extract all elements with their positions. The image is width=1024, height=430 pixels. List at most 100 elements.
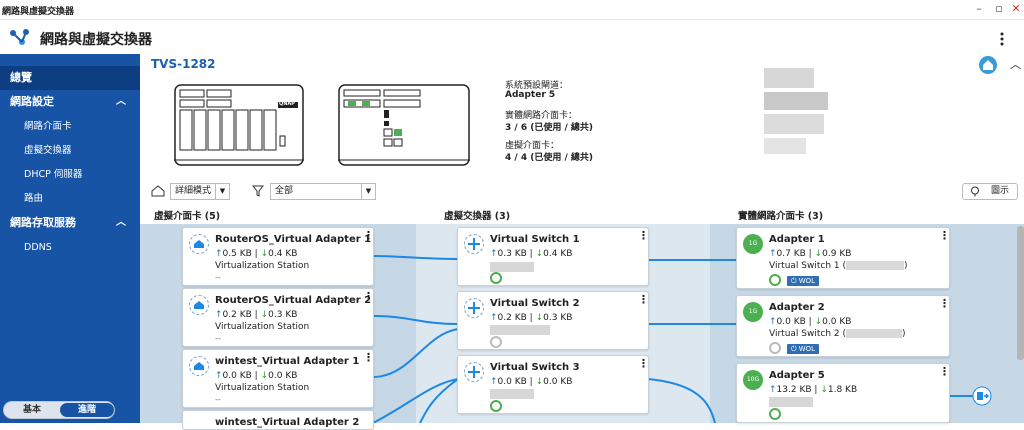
separator: | xyxy=(254,310,258,320)
more-options-icon[interactable] xyxy=(996,32,1008,46)
app-title: 網路與虛擬交換器 xyxy=(40,32,152,48)
vswitch-name: Virtual Switch 2 xyxy=(490,298,580,309)
mode-basic-button[interactable]: 基本 xyxy=(5,403,59,417)
globe-icon xyxy=(490,400,502,412)
vnic-column-header: 虛擬介面卡 (5) xyxy=(154,211,221,222)
chevron-up-icon: ︿ xyxy=(116,217,126,228)
more-options-icon[interactable]: ⋮ xyxy=(939,230,950,241)
wol-label: WOL xyxy=(798,345,816,353)
globe-icon xyxy=(769,408,781,420)
upload-value: 0.0 KB xyxy=(776,317,806,327)
download-value: 0.9 KB xyxy=(822,249,852,259)
sidebar-item-adapters[interactable]: 網路介面卡 xyxy=(0,115,140,139)
more-options-icon[interactable]: ⋮ xyxy=(638,294,649,305)
scope-select[interactable]: 全部 ▼ xyxy=(270,183,376,200)
traffic: ↑0.3 KB | ↓0.4 KB xyxy=(490,249,572,259)
separator: | xyxy=(814,385,818,395)
minimize-button[interactable]: – xyxy=(972,2,986,16)
vnic-card[interactable]: wintest_Virtual Adapter 1 ⋮ ↑0.0 KB | ↓0… xyxy=(182,349,374,408)
sidebar-group-access-services[interactable]: 網路存取服務 ︿ xyxy=(0,211,140,235)
network-app-icon xyxy=(8,27,32,50)
app-header: 網路與虛擬交換器 xyxy=(0,20,1024,54)
pnic-card[interactable]: 1G Adapter 2 ⋮ ↑0.0 KB | ↓0.0 KB Virtual… xyxy=(736,295,950,357)
pnic-name: Adapter 5 xyxy=(769,370,825,381)
more-options-icon[interactable]: ⋮ xyxy=(638,358,649,369)
vswitch-column-header: 虛擬交換器 (3) xyxy=(444,211,511,222)
blurred-ip xyxy=(490,325,550,335)
close-button[interactable]: ✕ xyxy=(1009,2,1023,16)
upload-icon: ↑ xyxy=(769,249,777,259)
upload-value: 0.7 KB xyxy=(776,249,806,259)
window-titlebar: 網路與虛擬交換器 – ▫ ✕ xyxy=(0,0,1024,20)
pnic-name: Adapter 2 xyxy=(769,302,825,313)
more-options-icon[interactable]: ⋮ xyxy=(363,230,374,241)
sidebar-item-overview[interactable]: 總覽 xyxy=(0,66,140,90)
download-value: 0.3 KB xyxy=(543,313,573,323)
bulb-icon xyxy=(970,186,980,203)
download-icon: ↓ xyxy=(535,249,544,259)
linked-switch: Virtual Switch 1 () xyxy=(769,261,908,271)
mode-select-value: 詳細模式 xyxy=(175,186,212,196)
upload-icon: ↑ xyxy=(490,249,498,259)
separator: | xyxy=(529,313,533,323)
traffic: ↑0.2 KB | ↓0.3 KB xyxy=(490,313,572,323)
sidebar-item-vswitch[interactable]: 虛擬交換器 xyxy=(0,139,140,163)
vnic-icon xyxy=(189,356,209,376)
vswitch-card[interactable]: Virtual Switch 1 ⋮ ↑0.3 KB | ↓0.4 KB xyxy=(457,227,649,286)
legend-button[interactable]: 圖示 xyxy=(962,183,1018,200)
mode-select[interactable]: 詳細模式 ▼ xyxy=(170,183,230,200)
close-paren: ) xyxy=(903,261,908,271)
pnic-card[interactable]: 10G Adapter 5 ⋮ ↑13.2 KB | ↓1.8 KB xyxy=(736,363,950,423)
traffic: ↑0.0 KB | ↓0.0 KB xyxy=(769,317,851,327)
chevron-down-icon: ▼ xyxy=(215,184,229,199)
sidebar-item-dhcp[interactable]: DHCP 伺服器 xyxy=(0,163,140,187)
sidebar-item-ddns[interactable]: DDNS xyxy=(0,236,140,260)
more-options-icon[interactable]: ⋮ xyxy=(638,230,649,241)
globe-icon xyxy=(490,272,502,284)
pnic-name: Adapter 1 xyxy=(769,234,825,245)
linked-switch: Virtual Switch 2 () xyxy=(769,329,906,339)
download-icon: ↓ xyxy=(260,310,269,320)
vnic-card[interactable]: RouterOS_Virtual Adapter 2 ⋮ ↑0.2 KB | ↓… xyxy=(182,288,374,347)
mode-toggle: 基本 進階 xyxy=(3,401,115,419)
switch-icon xyxy=(464,234,484,254)
more-options-icon[interactable]: ⋮ xyxy=(363,352,374,363)
vnic-card[interactable]: RouterOS_Virtual Adapter 1 ⋮ ↑0.5 KB | ↓… xyxy=(182,227,374,286)
collapse-icon[interactable]: ︿ xyxy=(1010,56,1021,72)
more-options-icon[interactable]: ⋮ xyxy=(939,366,950,377)
vnic-card[interactable]: wintest_Virtual Adapter 2 xyxy=(182,410,374,430)
upload-value: 0.0 KB xyxy=(222,371,252,381)
scrollbar[interactable] xyxy=(1017,226,1024,360)
download-value: 0.0 KB xyxy=(543,377,573,387)
internet-endpoint-icon[interactable] xyxy=(972,386,992,409)
maximize-button[interactable]: ▫ xyxy=(992,2,1006,16)
filter-icon xyxy=(251,185,265,200)
physical-nic-value: 3 / 6 (已使用 / 總共) xyxy=(505,123,593,133)
nas-rear-image xyxy=(338,84,470,166)
blurred-ip xyxy=(845,261,904,270)
separator: | xyxy=(529,377,533,387)
download-value: 0.0 KB xyxy=(268,371,298,381)
separator: | xyxy=(808,249,812,259)
sidebar-group-label: 網路存取服務 xyxy=(10,216,76,229)
scope-select-value: 全部 xyxy=(275,186,294,196)
switch-icon xyxy=(464,362,484,382)
upload-value: 0.0 KB xyxy=(497,377,527,387)
vswitch-name: Virtual Switch 3 xyxy=(490,362,580,373)
mode-advanced-button[interactable]: 進階 xyxy=(60,403,114,417)
blurred-ip xyxy=(490,262,534,272)
vswitch-card[interactable]: Virtual Switch 2 ⋮ ↑0.2 KB | ↓0.3 KB xyxy=(457,291,649,350)
sidebar-item-routing[interactable]: 路由 xyxy=(0,187,140,211)
chevron-up-icon: ︿ xyxy=(116,96,126,107)
sidebar-group-network-settings[interactable]: 網路設定 ︿ xyxy=(0,90,140,114)
pnic-card[interactable]: 1G Adapter 1 ⋮ ↑0.7 KB | ↓0.9 KB Virtual… xyxy=(736,227,950,289)
more-options-icon[interactable]: ⋮ xyxy=(939,298,950,309)
home-icon[interactable] xyxy=(978,55,998,78)
more-options-icon[interactable]: ⋮ xyxy=(363,291,374,302)
upload-icon: ↑ xyxy=(490,377,498,387)
gateway-value: Adapter 5 xyxy=(505,90,556,100)
upload-value: 0.3 KB xyxy=(497,249,527,259)
extra: -- xyxy=(215,334,221,343)
linked-switch-name: Virtual Switch 1 ( xyxy=(769,261,846,271)
vswitch-card[interactable]: Virtual Switch 3 ⋮ ↑0.0 KB | ↓0.0 KB xyxy=(457,355,649,414)
